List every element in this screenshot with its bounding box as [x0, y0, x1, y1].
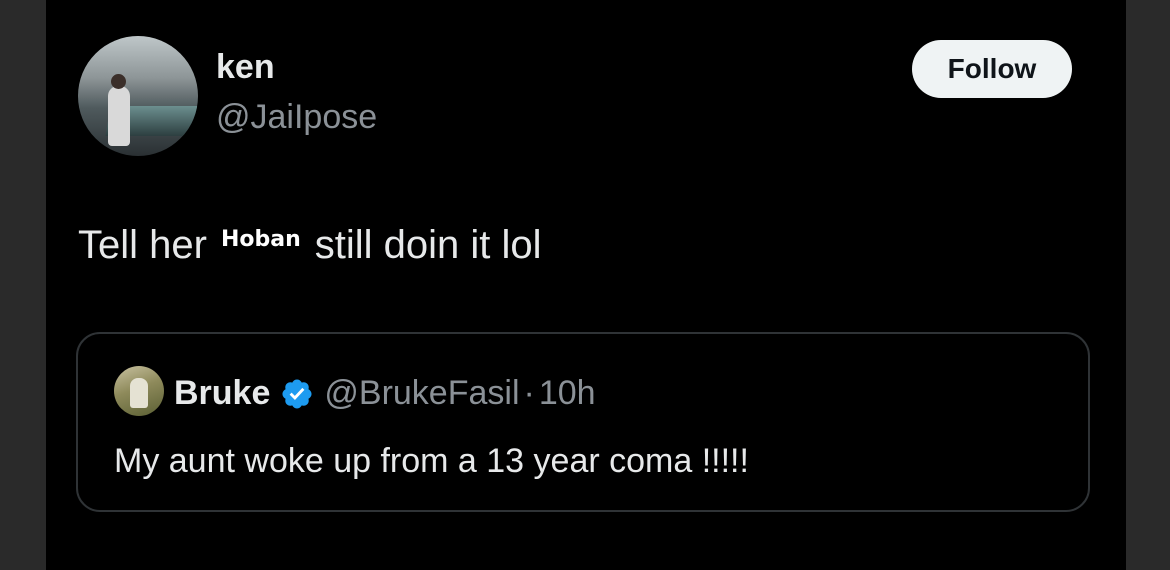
follow-button[interactable]: Follow — [912, 40, 1072, 98]
tweet-container: ken @JaiIpose Follow Tell her Hoban still … — [46, 0, 1126, 570]
tweet-text-before: Tell her — [78, 223, 207, 267]
quoted-timestamp[interactable]: 10h — [539, 374, 596, 413]
quoted-tweet-card[interactable]: Bruke @BrukeFasil · 10h My aunt woke up … — [76, 332, 1090, 512]
quoted-author-name[interactable]: Bruke — [174, 374, 270, 413]
avatar-person — [108, 86, 130, 146]
author-avatar[interactable] — [78, 36, 198, 156]
overlay-name-label: Hoban — [220, 227, 301, 252]
tweet-text: Tell her Hoban still doin it lol — [78, 225, 542, 265]
quoted-tweet-text: My aunt woke up from a 13 year coma !!!!… — [114, 442, 749, 480]
quoted-author-handle[interactable]: @BrukeFasil — [324, 374, 519, 413]
verified-badge-icon — [280, 377, 314, 411]
author-handle[interactable]: @JaiIpose — [216, 100, 377, 134]
quoted-avatar-person — [130, 378, 148, 408]
quoted-tweet-header: Bruke @BrukeFasil · 10h — [174, 374, 596, 413]
avatar-head — [111, 74, 126, 89]
tweet-text-after: still doin it lol — [314, 223, 542, 267]
author-display-name[interactable]: ken — [216, 50, 275, 84]
quoted-author-avatar[interactable] — [114, 366, 164, 416]
quoted-separator: · — [523, 374, 535, 412]
screenshot-frame: ken @JaiIpose Follow Tell her Hoban still … — [0, 0, 1170, 570]
